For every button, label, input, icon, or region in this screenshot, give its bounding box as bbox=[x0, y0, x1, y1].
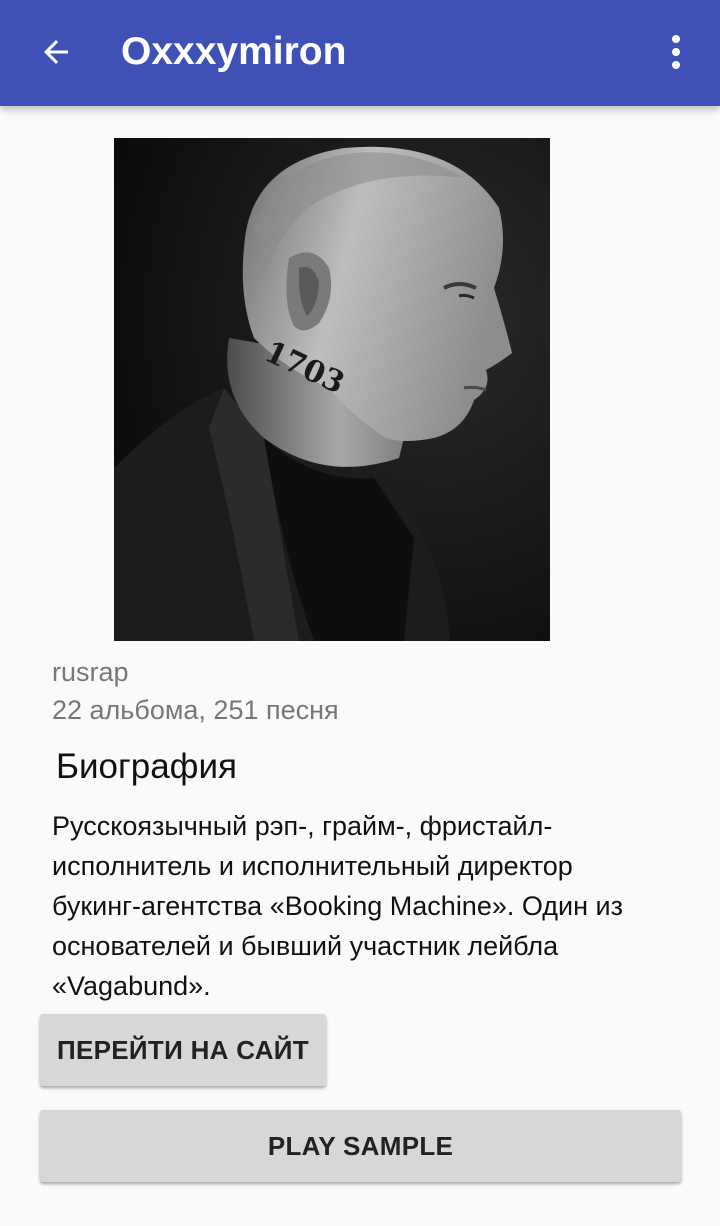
arrow-left-icon bbox=[44, 40, 68, 64]
artist-genre: rusrap bbox=[52, 657, 129, 687]
open-website-button[interactable]: ПЕРЕЙТИ НА САЙТ bbox=[40, 1014, 326, 1086]
biography-text: Русскоязычный рэп-, грайм-, фристайл-исп… bbox=[52, 811, 623, 1001]
page-title: Oxxxymiron bbox=[121, 30, 347, 73]
play-sample-button[interactable]: PLAY SAMPLE bbox=[40, 1110, 681, 1182]
back-button[interactable] bbox=[24, 20, 88, 84]
app-bar: Oxxxymiron bbox=[0, 0, 720, 106]
artist-photo: 1703 bbox=[114, 138, 550, 641]
biography-heading: Биография bbox=[56, 747, 237, 786]
more-vert-icon bbox=[672, 35, 680, 69]
artist-counts: 22 альбома, 251 песня bbox=[52, 695, 339, 725]
overflow-menu-button[interactable] bbox=[648, 20, 704, 84]
